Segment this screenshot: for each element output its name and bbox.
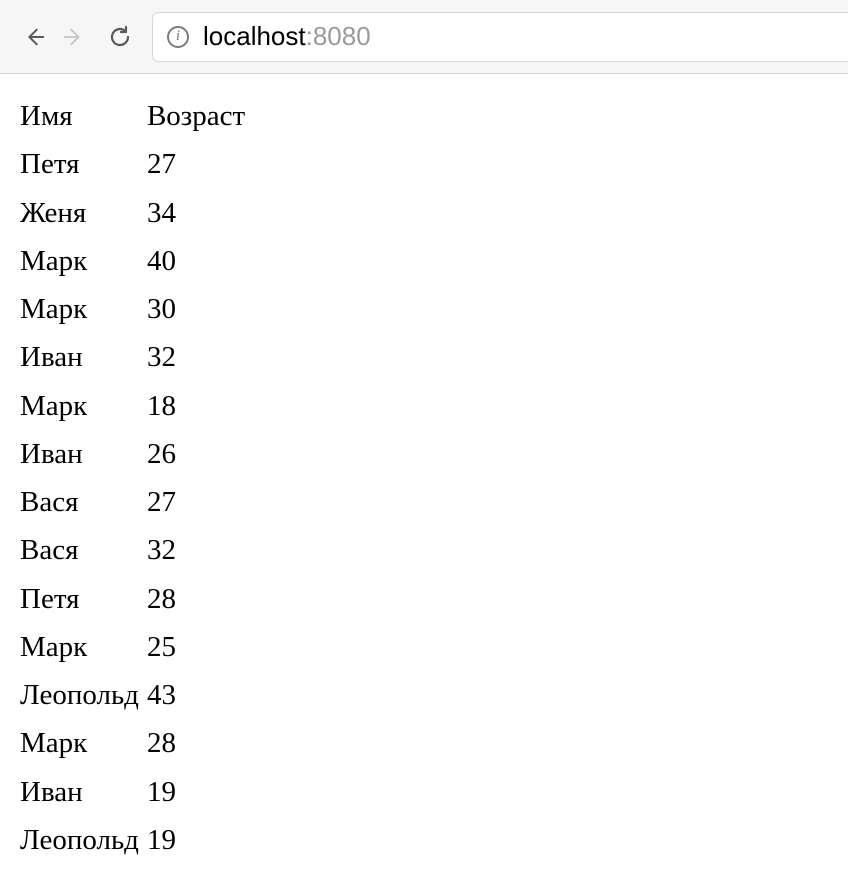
site-info-icon[interactable]: i [167,26,189,48]
cell-age: 27 [147,140,251,188]
reload-icon [108,25,132,49]
url-port: :8080 [306,21,371,52]
cell-age: 34 [147,189,251,237]
arrow-right-icon [63,26,85,48]
cell-age: 19 [147,768,251,816]
cell-name: Иван [20,430,147,478]
cell-name: Петя [20,575,147,623]
page-content: Имя Возраст Петя27Женя34Марк40Марк30Иван… [0,74,848,882]
table-row: Иван19 [20,768,251,816]
browser-toolbar: i localhost:8080 [0,0,848,74]
table-row: Леопольд19 [20,816,251,864]
cell-age: 26 [147,430,251,478]
table-row: Петя28 [20,575,251,623]
table-row: Иван26 [20,430,251,478]
table-row: Иван32 [20,333,251,381]
cell-age: 27 [147,478,251,526]
cell-name: Женя [20,189,147,237]
data-table: Имя Возраст Петя27Женя34Марк40Марк30Иван… [20,92,251,864]
cell-name: Марк [20,237,147,285]
cell-age: 43 [147,671,251,719]
table-row: Петя27 [20,140,251,188]
cell-name: Марк [20,719,147,767]
cell-age: 40 [147,237,251,285]
header-age: Возраст [147,92,251,140]
cell-name: Вася [20,526,147,574]
header-name: Имя [20,92,147,140]
cell-name: Вася [20,478,147,526]
table-row: Марк40 [20,237,251,285]
cell-name: Марк [20,382,147,430]
arrow-left-icon [23,26,45,48]
cell-age: 32 [147,333,251,381]
table-row: Марк25 [20,623,251,671]
cell-age: 28 [147,575,251,623]
table-row: Вася27 [20,478,251,526]
cell-name: Иван [20,333,147,381]
cell-name: Леопольд [20,671,147,719]
table-row: Марк18 [20,382,251,430]
address-bar[interactable]: i localhost:8080 [152,12,848,62]
reload-button[interactable] [100,17,140,57]
table-row: Вася32 [20,526,251,574]
cell-age: 28 [147,719,251,767]
cell-name: Марк [20,285,147,333]
cell-age: 25 [147,623,251,671]
table-row: Марк28 [20,719,251,767]
cell-name: Иван [20,768,147,816]
cell-name: Марк [20,623,147,671]
cell-name: Петя [20,140,147,188]
cell-age: 18 [147,382,251,430]
forward-button[interactable] [54,17,94,57]
back-button[interactable] [14,17,54,57]
cell-age: 32 [147,526,251,574]
table-row: Женя34 [20,189,251,237]
url-host: localhost [203,21,306,52]
table-row: Марк30 [20,285,251,333]
cell-age: 30 [147,285,251,333]
table-header-row: Имя Возраст [20,92,251,140]
table-row: Леопольд43 [20,671,251,719]
cell-age: 19 [147,816,251,864]
cell-name: Леопольд [20,816,147,864]
